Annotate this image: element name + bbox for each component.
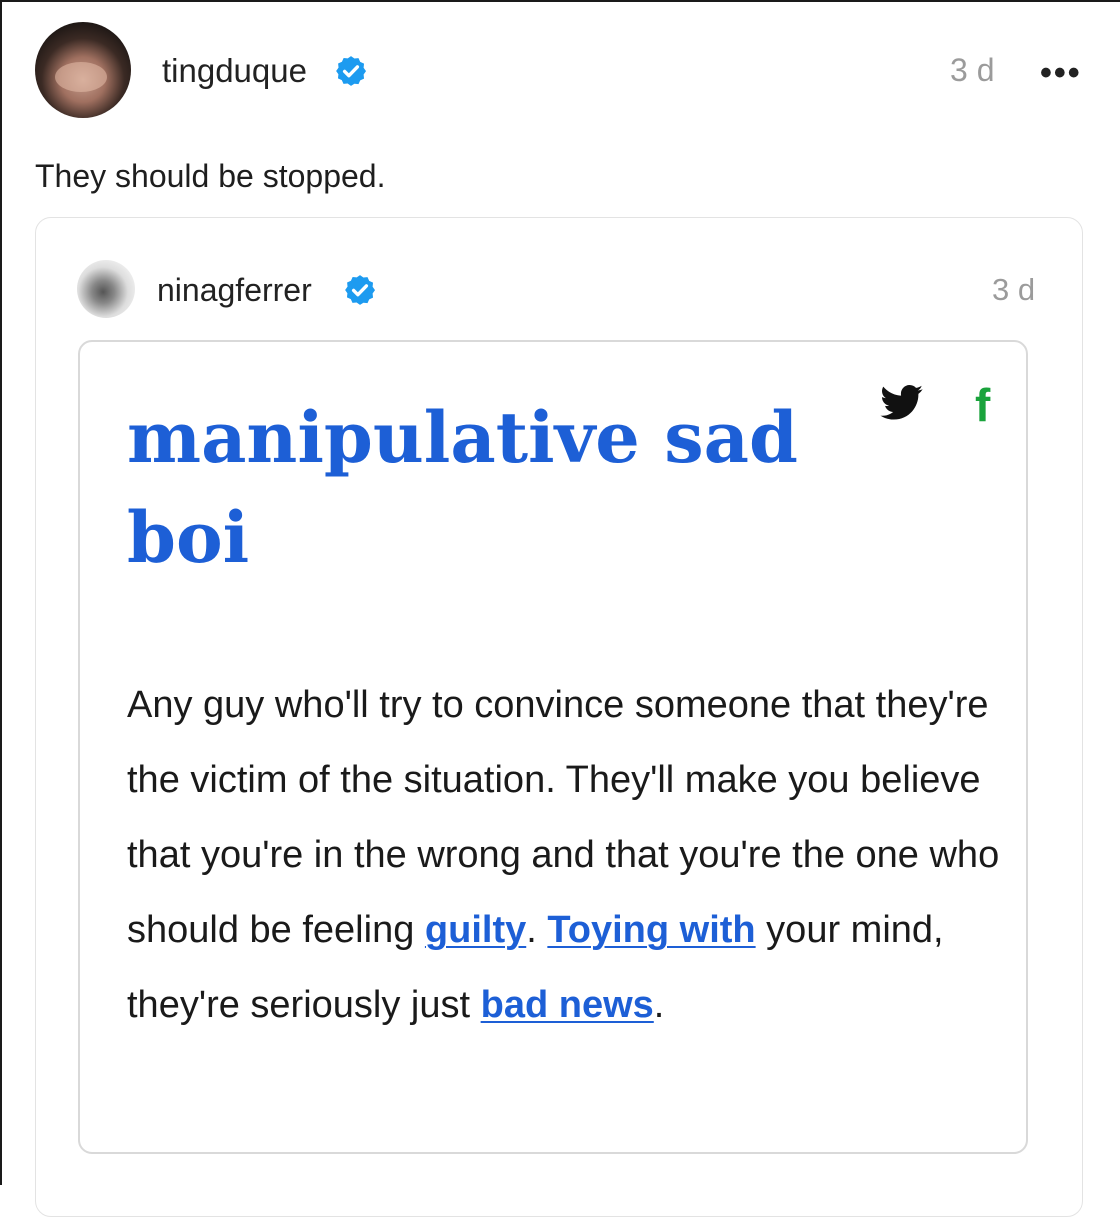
post-text: They should be stopped. xyxy=(35,158,386,194)
avatar[interactable] xyxy=(35,22,131,118)
verified-badge-icon xyxy=(345,275,376,305)
facebook-icon[interactable]: f xyxy=(975,378,990,432)
link-bad-news[interactable]: bad news xyxy=(481,984,654,1026)
definition-title[interactable]: manipulative sad boi xyxy=(127,388,847,588)
quoted-timestamp: 3 d xyxy=(992,272,1036,307)
link-guilty[interactable]: guilty xyxy=(425,909,526,951)
post-username[interactable]: tingduque xyxy=(162,52,307,90)
quoted-username[interactable]: ninagferrer xyxy=(157,272,312,309)
quoted-avatar[interactable] xyxy=(77,260,135,318)
definition-text: Any guy who'll try to convince someone t… xyxy=(127,668,1007,1043)
link-toying-with[interactable]: Toying with xyxy=(547,909,755,951)
verified-badge-icon xyxy=(336,56,367,86)
definition-text-part: . xyxy=(653,984,665,1026)
definition-text-part: . xyxy=(526,909,548,951)
post-timestamp: 3 d xyxy=(950,52,995,88)
twitter-icon[interactable] xyxy=(880,385,924,421)
ellipsis-icon[interactable]: ••• xyxy=(1040,54,1082,93)
